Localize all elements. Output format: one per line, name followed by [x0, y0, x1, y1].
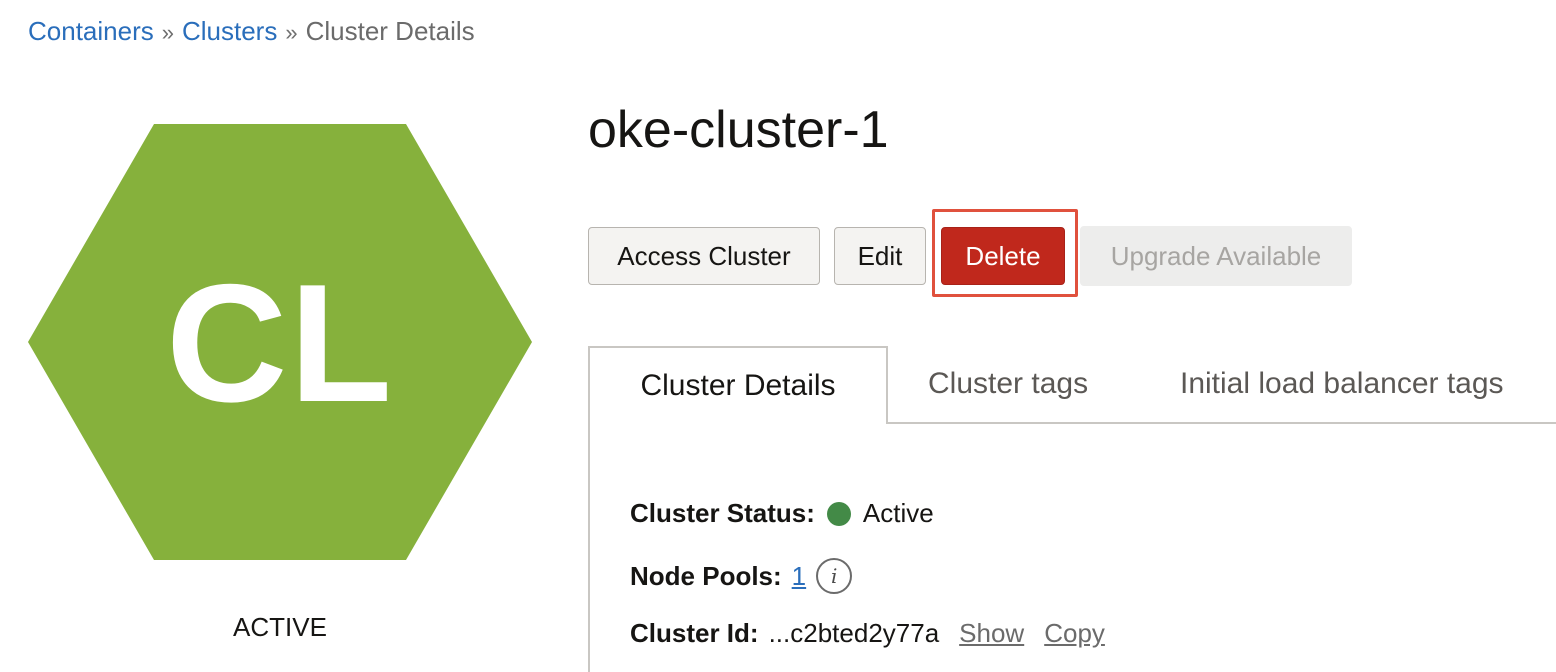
- breadcrumb-clusters-link[interactable]: Clusters: [182, 16, 277, 46]
- breadcrumb-containers-link[interactable]: Containers: [28, 16, 154, 46]
- show-id-link[interactable]: Show: [959, 618, 1024, 649]
- cluster-status-label: Cluster Status:: [630, 498, 815, 528]
- cluster-state-label: ACTIVE: [233, 612, 327, 642]
- cluster-details-page: Containers » Clusters » Cluster Details CL A…: [0, 0, 1556, 672]
- breadcrumb-separator: »: [161, 20, 174, 45]
- breadcrumb: Containers » Clusters » Cluster Details: [28, 14, 475, 50]
- page-title: oke-cluster-1: [588, 101, 889, 159]
- edit-button[interactable]: Edit: [834, 227, 926, 285]
- breadcrumb-separator: »: [285, 20, 298, 45]
- node-pools-row: Node Pools: 1 i: [630, 558, 853, 594]
- copy-id-link[interactable]: Copy: [1044, 618, 1105, 649]
- cluster-id-row: Cluster Id: ...c2bted2y77a Show Copy: [630, 618, 1125, 649]
- upgrade-available-button[interactable]: Upgrade Available: [1080, 226, 1352, 286]
- breadcrumb-current: Cluster Details: [305, 16, 475, 46]
- node-pools-link[interactable]: 1: [792, 561, 806, 592]
- delete-button[interactable]: Delete: [941, 227, 1065, 285]
- node-pools-label: Node Pools:: [630, 560, 782, 591]
- access-cluster-button[interactable]: Access Cluster: [588, 227, 820, 285]
- info-icon[interactable]: i: [816, 558, 853, 594]
- tab-cluster-tags[interactable]: Cluster tags: [928, 346, 1088, 422]
- tab-divider: [886, 422, 1556, 424]
- cluster-hexagon-icon: CL: [28, 124, 532, 560]
- cluster-status-row: Cluster Status: Active: [630, 498, 934, 529]
- tab-initial-load-balancer-tags[interactable]: Initial load balancer tags: [1180, 346, 1504, 422]
- tab-cluster-details[interactable]: Cluster Details: [588, 346, 888, 424]
- cluster-initials: CL: [166, 248, 394, 437]
- cluster-id-value: ...c2bted2y77a: [768, 618, 940, 648]
- cluster-status-value: Active: [862, 498, 934, 528]
- cluster-id-label: Cluster Id:: [630, 618, 759, 648]
- panel-border: [588, 422, 590, 672]
- status-dot-icon: [826, 501, 851, 526]
